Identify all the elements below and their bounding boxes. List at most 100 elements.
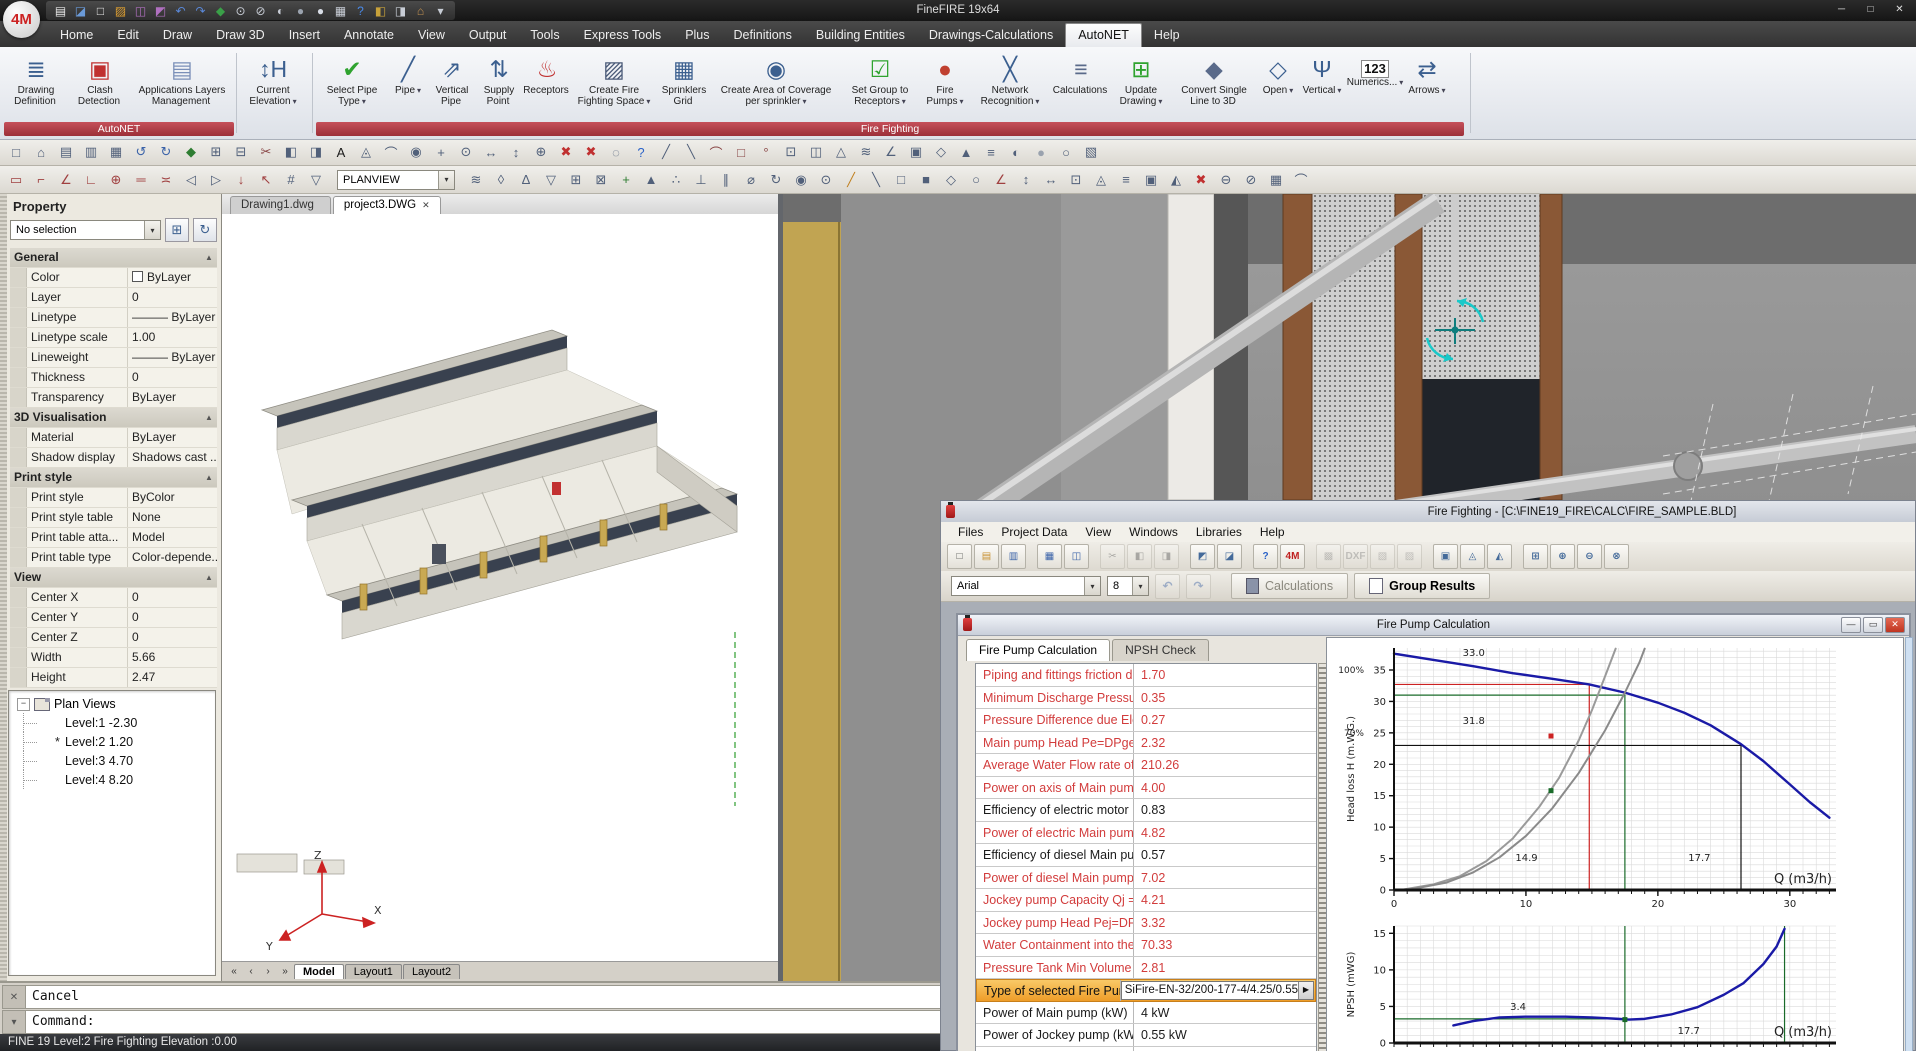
toolbar-icon[interactable]: ╱ bbox=[839, 168, 863, 191]
toolbar-icon[interactable]: ▷ bbox=[204, 168, 228, 191]
result-value[interactable]: 4.21 bbox=[1134, 889, 1316, 911]
toolbar-icon[interactable]: ∠ bbox=[989, 168, 1013, 191]
property-row[interactable]: Width 5.66 ▲ bbox=[10, 648, 217, 668]
toolbar-icon[interactable]: ▦ bbox=[104, 141, 128, 164]
toolbar-icon[interactable]: ○ bbox=[1054, 141, 1078, 164]
toolbar-icon[interactable]: ⊕ bbox=[104, 168, 128, 191]
home-3d-icon[interactable]: ⌂ bbox=[412, 2, 429, 19]
toolbar-icon[interactable]: ⌒ bbox=[379, 141, 403, 164]
toolbar-icon[interactable]: ∠ bbox=[879, 141, 903, 164]
toolbar-icon[interactable]: ╲ bbox=[864, 168, 888, 191]
collapse-icon[interactable]: ▲ bbox=[201, 408, 217, 427]
zoom-icon[interactable]: ⊙ bbox=[232, 2, 249, 19]
import-icon[interactable]: ◩ bbox=[1190, 544, 1215, 569]
create-fire-space-button[interactable]: ▨ Create Fire Fighting Space▾ bbox=[572, 49, 656, 124]
tree-level-item[interactable]: Level:4 8.20 bbox=[9, 770, 215, 789]
toolbar-icon[interactable]: ⊡ bbox=[1064, 168, 1088, 191]
toolbar-icon[interactable]: ↕ bbox=[1014, 168, 1038, 191]
sphere-icon[interactable]: ● bbox=[292, 2, 309, 19]
property-value[interactable]: None bbox=[127, 508, 217, 527]
toolbar-icon[interactable] bbox=[1181, 545, 1188, 568]
app-logo-icon[interactable]: 4M bbox=[3, 1, 40, 38]
toolbar-icon[interactable]: + bbox=[429, 141, 453, 164]
collapse-icon[interactable]: ▲ bbox=[201, 468, 217, 487]
toolbar-icon[interactable]: ⊖ bbox=[1214, 168, 1238, 191]
coverage-area-button[interactable]: ◉ Create Area of Coverage per sprinkler▾ bbox=[712, 49, 840, 124]
toolbar-icon[interactable]: ▧ bbox=[1079, 141, 1103, 164]
ribbon-tab[interactable]: Drawings-Calculations bbox=[917, 24, 1065, 47]
toolbar-icon[interactable]: ✖ bbox=[554, 141, 578, 164]
result-value[interactable]: 7.02 bbox=[1134, 867, 1316, 889]
toolbar-icon[interactable]: ∟ bbox=[79, 168, 103, 191]
tree-level-item[interactable]: Level:3 4.70 bbox=[9, 751, 215, 770]
orbit-icon[interactable]: ◆ bbox=[212, 2, 229, 19]
toolbar-icon[interactable]: ∆ bbox=[514, 168, 538, 191]
menu-item[interactable]: Libraries bbox=[1187, 523, 1251, 541]
close-tab-icon[interactable]: ✕ bbox=[422, 200, 430, 211]
receptors-button[interactable]: ♨ Receptors bbox=[522, 49, 572, 124]
close-button[interactable]: ✕ bbox=[1885, 0, 1914, 19]
redo-icon[interactable]: ↷ bbox=[1186, 574, 1211, 599]
ribbon-tab[interactable]: Help bbox=[1142, 24, 1192, 47]
property-row[interactable]: Layer 0 ▲ bbox=[10, 288, 217, 308]
result-value[interactable]: 210.26 bbox=[1134, 754, 1316, 776]
toolbar-icon[interactable] bbox=[1028, 545, 1035, 568]
command-input[interactable]: Command: bbox=[26, 1010, 954, 1034]
toolbar-icon[interactable]: ✖ bbox=[1189, 168, 1213, 191]
result-value[interactable]: 3.32 bbox=[1134, 912, 1316, 934]
toolbar-icon[interactable]: ◇ bbox=[929, 141, 953, 164]
font-select[interactable]: Arial ▾ bbox=[951, 576, 1101, 596]
property-value[interactable]: ——— ByLayer bbox=[127, 308, 217, 327]
result-value[interactable]: 70.33 bbox=[1134, 934, 1316, 956]
toolbar-icon[interactable]: ⊙ bbox=[454, 141, 478, 164]
result-value[interactable]: 4 kW bbox=[1134, 1002, 1316, 1024]
new-file-icon[interactable]: □ bbox=[92, 2, 109, 19]
ribbon-tab[interactable]: View bbox=[406, 24, 457, 47]
toolbar-icon[interactable]: ↔ bbox=[1039, 168, 1063, 191]
select-pipe-type-button[interactable]: ✔ Select Pipe Type▾ bbox=[316, 49, 388, 124]
toolbar-icon[interactable]: ↺ bbox=[129, 141, 153, 164]
toolbar-icon[interactable] bbox=[1244, 545, 1251, 568]
ribbon-tab[interactable]: Tools bbox=[518, 24, 571, 47]
undo-icon[interactable]: ↶ bbox=[1155, 574, 1180, 599]
view-style-select[interactable]: PLANVIEW ▾ bbox=[337, 170, 455, 190]
toolbar-icon[interactable]: ○ bbox=[964, 168, 988, 191]
toolbar-icon[interactable]: ⊥ bbox=[689, 168, 713, 191]
sphere-light-icon[interactable]: ● bbox=[312, 2, 329, 19]
layout-tab[interactable]: Layout1 bbox=[345, 964, 402, 979]
toolbar-icon[interactable]: ≡ bbox=[979, 141, 1003, 164]
zoom-in-icon[interactable]: ⊕ bbox=[1550, 544, 1575, 569]
property-row[interactable]: 3D Visualisation ▲ bbox=[10, 408, 217, 428]
toolbar-icon[interactable]: ╲ bbox=[679, 141, 703, 164]
toolbar-icon[interactable]: ◉ bbox=[404, 141, 428, 164]
property-value[interactable]: 0 bbox=[127, 628, 217, 647]
toolbar-icon[interactable]: ◆ bbox=[179, 141, 203, 164]
pickadd-toggle-icon[interactable]: ↻ bbox=[193, 218, 217, 242]
property-row[interactable]: Print table type Color-depende... ▲ bbox=[10, 548, 217, 568]
result-value[interactable]: 2.32 bbox=[1134, 732, 1316, 754]
print-icon[interactable]: ▦ bbox=[1037, 544, 1062, 569]
dialog-tab[interactable]: NPSH Check bbox=[1112, 639, 1209, 661]
toolbar-icon[interactable]: ✂ bbox=[254, 141, 278, 164]
property-row[interactable]: Center Z 0 ▲ bbox=[10, 628, 217, 648]
selection-filter-select[interactable]: No selection ▾ bbox=[10, 220, 161, 240]
property-row[interactable]: Thickness 0 ▲ bbox=[10, 368, 217, 388]
toolbar-icon[interactable]: ◐ bbox=[1004, 141, 1028, 164]
toolbar-icon[interactable]: □ bbox=[729, 141, 753, 164]
property-row[interactable]: Lineweight ——— ByLayer ▲ bbox=[10, 348, 217, 368]
toolbar-icon[interactable]: ╱ bbox=[654, 141, 678, 164]
toolbar-icon[interactable]: ↔ bbox=[479, 141, 503, 164]
open-folder-icon[interactable]: ▨ bbox=[112, 2, 129, 19]
toolbar-icon[interactable]: ▦ bbox=[1264, 168, 1288, 191]
property-row[interactable]: Linetype ——— ByLayer ▲ bbox=[10, 308, 217, 328]
pump-type-expand-button[interactable]: ▶ bbox=[1298, 982, 1313, 999]
toolbar-icon[interactable]: ▥ bbox=[79, 141, 103, 164]
property-value[interactable]: ByLayer bbox=[127, 268, 217, 287]
viewport-splitter[interactable] bbox=[778, 194, 783, 981]
4m-logo-icon[interactable]: 4M bbox=[1280, 544, 1305, 569]
calculations-button[interactable]: ≡ Calculations bbox=[1050, 49, 1112, 124]
dialog-title-bar[interactable]: Fire Pump Calculation — ▭ ✕ bbox=[958, 615, 1909, 636]
toolbar-icon[interactable]: △ bbox=[829, 141, 853, 164]
property-row[interactable]: Print style ByColor ▲ bbox=[10, 488, 217, 508]
grid-icon[interactable]: ▩ bbox=[1316, 544, 1341, 569]
